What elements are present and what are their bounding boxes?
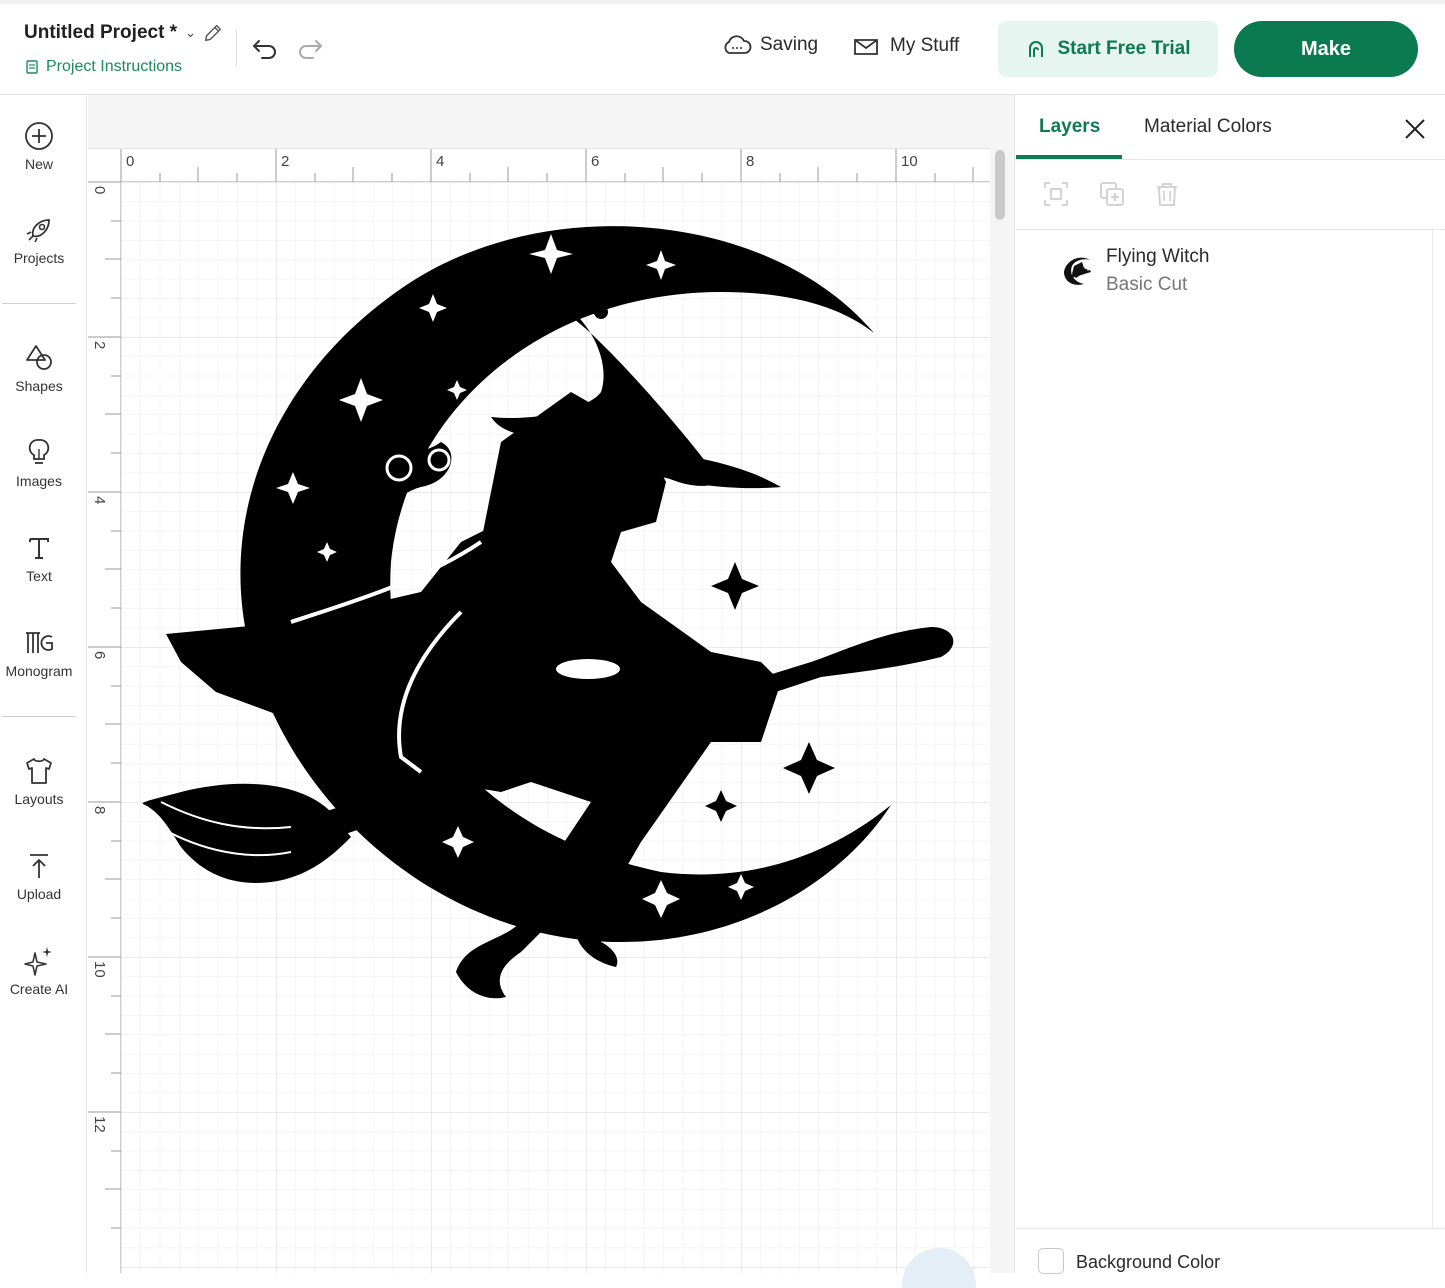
- tab-layers[interactable]: Layers: [1039, 116, 1100, 138]
- layer-thumbnail: [1064, 257, 1091, 285]
- ruler-label: 4: [91, 496, 108, 505]
- monogram-icon: [26, 632, 53, 653]
- sidebar-item-images[interactable]: Images: [0, 437, 78, 489]
- sidebar-item-label: Shapes: [15, 378, 63, 394]
- start-free-trial-button[interactable]: Start Free Trial: [998, 21, 1218, 77]
- ruler-label: 10: [91, 961, 108, 978]
- make-label: Make: [1300, 37, 1352, 60]
- ruler-label: 10: [901, 153, 918, 170]
- chevron-down-icon[interactable]: ⌄: [185, 25, 196, 41]
- close-icon[interactable]: [1403, 117, 1427, 141]
- sidebar-item-label: Monogram: [5, 663, 73, 679]
- shapes-icon: [26, 345, 52, 370]
- left-toolbar: [0, 95, 87, 1273]
- sidebar-item-label: Layouts: [14, 791, 64, 807]
- ruler-label: 4: [436, 153, 445, 170]
- ruler-label: 0: [91, 186, 108, 195]
- sidebar-item-new[interactable]: New: [0, 120, 78, 172]
- ruler-label: 2: [91, 341, 108, 350]
- sidebar-item-label: New: [24, 156, 53, 172]
- sidebar-item-label: Text: [26, 568, 52, 584]
- ruler-label: 8: [746, 153, 755, 170]
- inbox-icon: [854, 39, 878, 55]
- vertical-ruler: 0 2 4 6 8 10 12: [88, 182, 121, 1273]
- make-button[interactable]: Make: [1234, 21, 1418, 77]
- cloud-icon: [724, 35, 752, 54]
- project-title-text: Untitled Project *: [24, 22, 178, 43]
- ruler-label: 2: [281, 153, 290, 170]
- ruler-label: 6: [591, 153, 600, 170]
- ruler-label: 6: [91, 651, 108, 660]
- background-color-checkbox[interactable]: [1038, 1248, 1064, 1274]
- pencil-icon[interactable]: [202, 22, 224, 44]
- divider: [1016, 159, 1445, 160]
- ruler-ticks: [120, 149, 974, 183]
- ruler-label: 8: [91, 806, 108, 815]
- ruler-label: 0: [126, 153, 135, 170]
- divider: [236, 30, 237, 66]
- tab-material-colors[interactable]: Material Colors: [1144, 116, 1272, 138]
- panel-scroll-track: [1432, 230, 1433, 1228]
- saving-label: Saving: [760, 34, 819, 55]
- sidebar-divider: [2, 303, 76, 304]
- redo-icon[interactable]: [295, 32, 325, 62]
- my-stuff-button[interactable]: My Stuff: [852, 34, 959, 58]
- tshirt-icon: [26, 758, 52, 784]
- sidebar-item-text[interactable]: Text: [0, 532, 78, 584]
- document-icon: [26, 60, 38, 74]
- background-color-label: Background Color: [1076, 1252, 1221, 1272]
- sidebar-item-label: Images: [16, 473, 62, 489]
- layer-name: Flying Witch: [1106, 246, 1210, 267]
- design-canvas[interactable]: [121, 182, 990, 1273]
- trial-icon: [1029, 41, 1044, 57]
- sidebar-item-label: Create AI: [9, 981, 69, 997]
- canvas-scrollbar[interactable]: [995, 150, 1005, 220]
- horizontal-ruler: 0 2 4 6 8 10: [88, 148, 990, 183]
- sidebar-item-monogram[interactable]: Monogram: [0, 627, 78, 679]
- sidebar-item-create-ai[interactable]: Create AI: [0, 945, 78, 997]
- sparkle-icon: [24, 947, 52, 976]
- sidebar-item-layouts[interactable]: Layouts: [0, 755, 78, 807]
- rocket-icon: [26, 219, 50, 243]
- trial-label: Start Free Trial: [1057, 38, 1191, 59]
- project-instructions-link[interactable]: Project Instructions: [24, 58, 182, 76]
- sidebar-item-label: Upload: [16, 886, 62, 902]
- trash-icon[interactable]: [1153, 180, 1181, 208]
- divider: [1016, 1228, 1445, 1229]
- project-instructions-label: Project Instructions: [46, 58, 183, 75]
- sidebar-item-shapes[interactable]: Shapes: [0, 342, 78, 394]
- undo-icon[interactable]: [250, 32, 280, 62]
- sidebar-item-label: Projects: [13, 250, 65, 266]
- saving-status: Saving: [722, 34, 818, 56]
- duplicate-icon[interactable]: [1098, 180, 1126, 208]
- lightbulb-icon: [28, 439, 50, 464]
- sidebar-divider: [2, 716, 76, 717]
- sidebar-item-upload[interactable]: Upload: [0, 850, 78, 902]
- flying-witch-image[interactable]: [121, 182, 990, 1273]
- sidebar-item-projects[interactable]: Projects: [0, 214, 78, 266]
- divider: [1016, 229, 1445, 230]
- plus-circle-icon: [25, 122, 53, 150]
- top-strip: [0, 0, 1445, 4]
- layer-operation: Basic Cut: [1106, 274, 1188, 295]
- upload-icon: [30, 854, 48, 878]
- my-stuff-label: My Stuff: [890, 35, 960, 56]
- ruler-label: 12: [91, 1116, 108, 1133]
- project-title[interactable]: Untitled Project * ⌄: [24, 22, 196, 44]
- text-icon: [29, 538, 49, 559]
- group-icon[interactable]: [1042, 180, 1070, 208]
